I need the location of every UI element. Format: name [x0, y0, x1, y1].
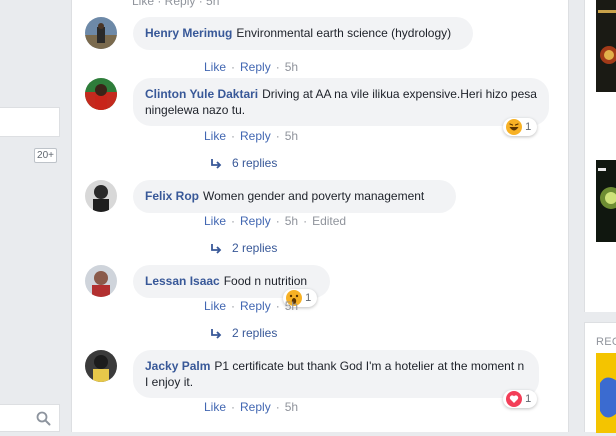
comment-actions: Like · Reply · 5h — [204, 299, 299, 313]
reaction-count[interactable]: 1 — [503, 390, 538, 408]
comment-timestamp[interactable]: 5h — [285, 214, 298, 228]
view-replies-link[interactable]: 2 replies — [210, 326, 277, 340]
thumbnail-image[interactable] — [596, 353, 616, 433]
avatar[interactable] — [85, 265, 117, 297]
comment-text: Women gender and poverty management — [203, 189, 425, 203]
comment-text: Food n nutrition — [223, 274, 308, 288]
reply-button[interactable]: Reply — [240, 299, 271, 313]
book-cover-thumbnail[interactable] — [596, 160, 616, 242]
comment-actions: Like · Reply · 5h — [204, 400, 299, 414]
edited-label[interactable]: Edited — [312, 214, 346, 228]
comment-actions: Like · Reply · 5h — [204, 60, 299, 74]
section-label: RECE — [596, 336, 616, 348]
search-icon[interactable] — [36, 411, 51, 426]
reply-arrow-icon — [211, 328, 222, 339]
reply-arrow-icon — [211, 243, 222, 254]
like-button[interactable]: Like — [204, 214, 226, 228]
comment-actions: Like · Reply · 5h — [204, 129, 299, 143]
comment-timestamp[interactable]: 5h — [285, 60, 298, 74]
right-sidebar: RECE — [584, 0, 616, 433]
comment-author[interactable]: Felix Rop — [145, 189, 199, 203]
reply-button[interactable]: Reply — [240, 60, 271, 74]
view-replies-link[interactable]: 2 replies — [210, 241, 277, 255]
left-search-box[interactable] — [0, 404, 60, 432]
comment-bubble: Clinton Yule Daktari Driving at AA na vil… — [133, 78, 549, 126]
reply-button[interactable]: Reply — [240, 400, 271, 414]
reaction-count-number: 1 — [305, 292, 312, 304]
like-button[interactable]: Like — [204, 400, 226, 414]
left-sidebar-item[interactable] — [0, 107, 60, 137]
right-sidebar-card — [584, 0, 616, 312]
comment-bubble: Felix Rop Women gender and poverty manage… — [133, 180, 456, 213]
notification-count-badge: 20+ — [34, 148, 57, 163]
replies-count[interactable]: 6 replies — [232, 156, 277, 170]
reaction-count-number: 1 — [525, 393, 532, 405]
replies-count[interactable]: 2 replies — [232, 326, 277, 340]
reaction-count[interactable]: 1 — [503, 118, 538, 136]
view-replies-link[interactable]: 6 replies — [210, 156, 277, 170]
comment-timestamp[interactable]: 5h — [285, 129, 298, 143]
comment-bubble: Jacky Palm P1 certificate but thank God I… — [133, 350, 539, 398]
haha-icon — [506, 119, 522, 135]
comment-timestamp[interactable]: 5h — [285, 400, 298, 414]
comment-bubble: Henry Merimug Environmental earth science… — [133, 17, 473, 50]
book-cover-thumbnail[interactable] — [596, 0, 616, 92]
previous-comment-actions: Like · Reply · 5h — [132, 0, 220, 8]
reaction-count-number: 1 — [525, 121, 532, 133]
avatar[interactable] — [85, 17, 117, 49]
avatar[interactable] — [85, 350, 117, 382]
reply-arrow-icon — [211, 158, 222, 169]
reply-button[interactable]: Reply — [240, 214, 271, 228]
reply-button[interactable]: Reply — [240, 129, 271, 143]
avatar[interactable] — [85, 180, 117, 212]
comments-feed: Like · Reply · 5h Henry Merimug Environme… — [71, 0, 569, 432]
like-button[interactable]: Like — [204, 299, 226, 313]
comment-author[interactable]: Henry Merimug — [145, 26, 232, 40]
comment-author[interactable]: Jacky Palm — [145, 359, 210, 373]
like-button[interactable]: Like — [204, 129, 226, 143]
comment-author[interactable]: Clinton Yule Daktari — [145, 87, 258, 101]
comment-actions: Like · Reply · 5h · Edited — [204, 214, 347, 228]
right-sidebar-card: RECE — [584, 322, 616, 433]
comment-timestamp[interactable]: 5h — [285, 299, 298, 313]
left-sidebar: 20+ — [0, 0, 60, 432]
like-button[interactable]: Like — [204, 60, 226, 74]
love-icon — [506, 391, 522, 407]
comment-text: Environmental earth science (hydrology) — [236, 26, 452, 40]
comment-author[interactable]: Lessan Isaac — [145, 274, 220, 288]
replies-count[interactable]: 2 replies — [232, 241, 277, 255]
avatar[interactable] — [85, 78, 117, 110]
